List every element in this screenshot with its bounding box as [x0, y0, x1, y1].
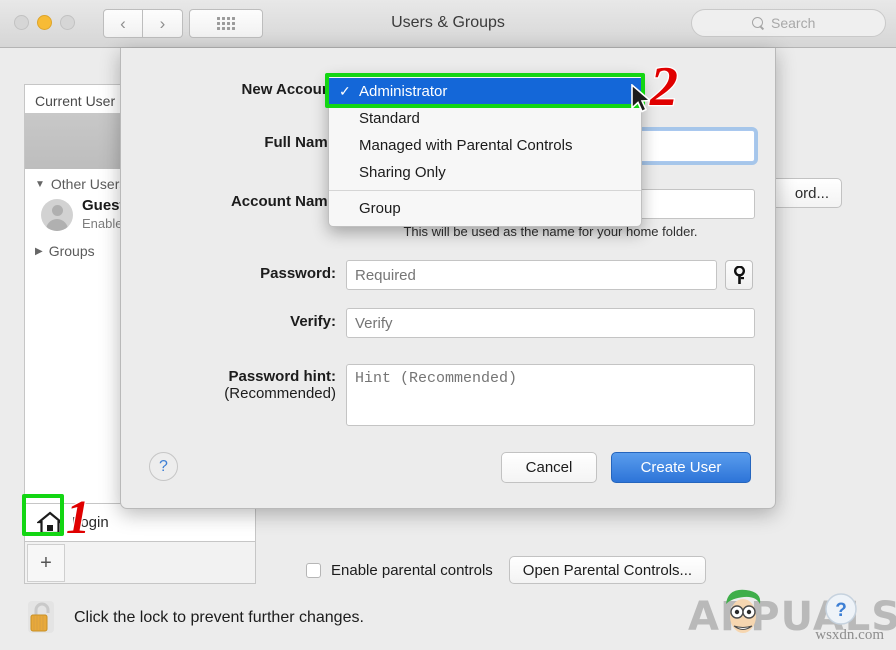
- password-assistant-button[interactable]: [725, 260, 753, 290]
- key-icon: [733, 265, 745, 284]
- sheet-button-bar: Cancel Create User: [501, 452, 751, 483]
- menu-item-group[interactable]: Group: [329, 195, 641, 222]
- verify-label: Verify:: [290, 313, 336, 330]
- verify-label-row: Verify:: [121, 313, 336, 330]
- cancel-button[interactable]: Cancel: [501, 452, 597, 483]
- question-mark-icon: ?: [159, 457, 168, 475]
- search-placeholder: Search: [771, 15, 816, 31]
- menu-item-label: Standard: [359, 110, 420, 127]
- search-input[interactable]: Search: [691, 9, 886, 37]
- search-icon: [752, 16, 765, 30]
- change-password-label: ord...: [794, 184, 829, 202]
- guest-name: Guest: [82, 197, 125, 214]
- open-parental-controls-button[interactable]: Open Parental Controls...: [508, 556, 707, 584]
- step-marker-1: 1: [65, 490, 92, 546]
- lock-row[interactable]: Click the lock to prevent further change…: [22, 600, 364, 636]
- cancel-label: Cancel: [525, 459, 573, 476]
- enable-parental-controls-checkbox[interactable]: [306, 562, 321, 578]
- new-account-label-row: New Account: [121, 81, 336, 98]
- account-type-popup-menu[interactable]: ✓ Administrator Standard Managed with Pa…: [328, 74, 642, 227]
- add-user-button[interactable]: +: [27, 544, 65, 582]
- new-account-label: New Account: [241, 81, 336, 98]
- verify-input[interactable]: [346, 308, 755, 338]
- login-options-row[interactable]: Login: [24, 504, 256, 542]
- menu-separator: [329, 190, 641, 191]
- watermark: APPUALS ? wsxdn.com: [688, 586, 896, 644]
- mascot-icon: [726, 589, 761, 633]
- open-parental-controls-label: Open Parental Controls...: [522, 561, 693, 579]
- home-icon: [37, 511, 63, 534]
- step-marker-2: 2: [649, 55, 680, 120]
- menu-item-label: Sharing Only: [359, 164, 446, 181]
- enable-parental-controls-label: Enable parental controls: [331, 561, 493, 579]
- sidebar-footer: +: [24, 542, 256, 584]
- help-badge-icon: ?: [825, 593, 857, 625]
- password-hint-sublabel: (Recommended): [224, 385, 336, 402]
- sidebar-group-label-other-users: Other Users: [50, 176, 127, 192]
- window-titlebar: ‹ › Users & Groups Search: [0, 0, 896, 48]
- svg-text:?: ?: [835, 600, 847, 621]
- menu-item-standard[interactable]: Standard: [329, 105, 641, 132]
- account-name-label-row: Account Name: [121, 193, 336, 210]
- chevron-right-icon: ▶: [35, 245, 43, 257]
- create-user-label: Create User: [640, 459, 722, 476]
- create-user-button[interactable]: Create User: [611, 452, 751, 483]
- parental-controls-row: Enable parental controls Open Parental C…: [306, 556, 707, 584]
- password-hint-label-block: Password hint: (Recommended): [121, 368, 336, 402]
- password-hint-input[interactable]: [346, 364, 755, 426]
- menu-item-sharing-only[interactable]: Sharing Only: [329, 159, 641, 186]
- lock-message: Click the lock to prevent further change…: [74, 609, 364, 626]
- chevron-down-icon: ▼: [35, 178, 45, 190]
- menu-item-label: Group: [359, 200, 401, 217]
- plus-icon: +: [40, 552, 52, 574]
- password-label-row: Password:: [121, 265, 336, 282]
- password-input[interactable]: [346, 260, 717, 290]
- avatar: [41, 199, 73, 231]
- password-label: Password:: [260, 265, 336, 282]
- password-hint-label: Password hint:: [228, 368, 336, 385]
- menu-item-managed-with-parental-controls[interactable]: Managed with Parental Controls: [329, 132, 641, 159]
- menu-item-label: Managed with Parental Controls: [359, 137, 573, 154]
- preferences-window: ‹ › Users & Groups Search Current User ▼…: [0, 0, 896, 650]
- full-name-label-row: Full Name: [121, 134, 336, 151]
- full-name-label: Full Name: [264, 134, 336, 151]
- unlocked-padlock-icon[interactable]: [22, 600, 60, 636]
- help-button[interactable]: ?: [149, 452, 178, 481]
- checkmark-icon: ✓: [339, 83, 351, 99]
- watermark-url: wsxdn.com: [815, 627, 884, 643]
- menu-item-administrator[interactable]: ✓ Administrator: [329, 78, 641, 105]
- account-name-label: Account Name: [230, 193, 336, 210]
- menu-item-label: Administrator: [359, 83, 448, 100]
- sidebar-group-label-groups: Groups: [48, 243, 95, 259]
